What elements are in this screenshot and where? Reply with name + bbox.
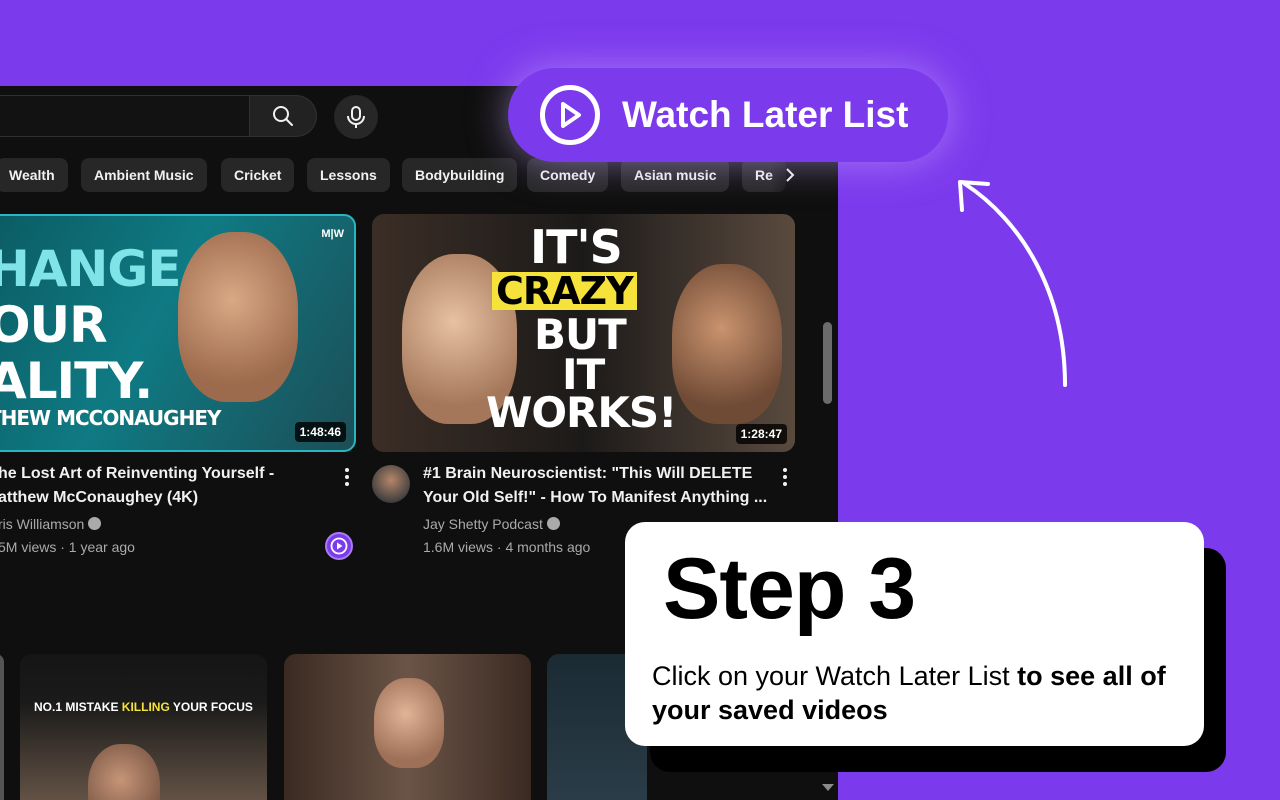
video-duration: 1:28:47 [735,424,787,444]
thumb-text-line: OUR [0,296,108,354]
verified-icon [88,517,102,530]
video-duration: 1:48:46 [294,422,346,442]
thumb-text-line: WORKS! [486,388,677,437]
chip-bodybuilding[interactable]: Bodybuilding [402,158,518,192]
video-thumbnail-4[interactable] [284,654,531,800]
search-button[interactable] [249,95,317,137]
verified-icon [546,517,560,530]
step-title: Step 3 [663,541,916,637]
search-icon [273,106,293,126]
channel-name-text[interactable]: Jay Shetty Podcast [423,516,543,532]
scrollbar-thumb[interactable] [823,322,832,404]
thumb-text-line: CRAZY [492,272,637,310]
filter-chips: Wealth Ambient Music Cricket Lessons Bod… [0,158,838,192]
chip-lessons[interactable]: Lessons [307,158,390,192]
channel-watermark: M|W [321,228,344,240]
video-thumbnail-2[interactable]: IT'S CRAZY BUT IT WORKS! 1:28:47 [372,214,795,452]
watch-later-mini-button[interactable] [325,532,353,560]
scroll-down-arrow[interactable] [822,784,834,791]
chevron-right-icon [786,168,795,182]
step-card: Step 3 Click on your Watch Later List to… [625,522,1204,746]
thumb-caption-post: YOUR FOCUS [169,700,253,714]
channel-avatar[interactable] [372,465,410,503]
watch-later-label: Watch Later List [622,94,909,135]
play-circle-icon [330,537,348,555]
video-title-2b[interactable]: Your Old Self!" - How To Manifest Anythi… [423,486,768,510]
thumb-caption-pre: NO.1 MISTAKE [34,700,122,714]
video-thumbnail-partial[interactable] [0,654,4,800]
chips-next-button[interactable] [773,158,807,192]
video-title-1[interactable]: he Lost Art of Reinventing Yourself - [0,462,318,486]
video-thumbnail-1[interactable]: HANGE OUR ALITY. THEW MCCONAUGHEY M|W 1:… [0,214,356,452]
voice-search-button[interactable] [334,95,378,139]
thumb-caption-highlight: KILLING [121,700,170,714]
chip-ambient-music[interactable]: Ambient Music [81,158,207,192]
chip-cricket[interactable]: Cricket [221,158,295,192]
play-icon [561,102,581,128]
chip-wealth[interactable]: Wealth [0,158,68,192]
thumb-person [88,744,160,800]
step-description: Click on your Watch Later List to see al… [652,659,1192,727]
watch-later-list-button[interactable]: Watch Later List [508,68,948,162]
chip-asian-music[interactable]: Asian music [621,158,730,192]
microphone-icon [347,106,365,128]
thumb-person [178,232,298,402]
video-title-2[interactable]: #1 Brain Neuroscientist: "This Will DELE… [423,462,768,486]
video-stats-2: 1.6M views · 4 months ago [423,539,591,555]
channel-name-2[interactable]: Jay Shetty Podcast [423,514,560,534]
thumb-caption: NO.1 MISTAKE KILLING YOUR FOCUS [34,700,253,714]
thumb-person [374,678,444,768]
chip-comedy[interactable]: Comedy [527,158,609,192]
thumb-text-line: ALITY. [0,352,153,410]
video-thumbnail-3[interactable]: NO.1 MISTAKE KILLING YOUR FOCUS [20,654,267,800]
more-options-button[interactable] [337,465,357,489]
channel-name-1[interactable]: ris Williamson [0,514,102,534]
search-input[interactable] [0,95,250,137]
channel-name-text[interactable]: ris Williamson [0,516,84,532]
play-circle-icon [540,85,600,145]
thumb-text-line: HANGE [0,240,182,298]
thumb-person [672,264,782,424]
thumb-text-line: IT'S [530,220,623,274]
video-stats-1: 5M views · 1 year ago [0,539,135,555]
video-title-1b[interactable]: atthew McConaughey (4K) [0,486,318,510]
pointer-arrow-icon [958,180,1067,387]
step-desc-normal: Click on your Watch Later List [652,661,1010,691]
thumb-text-line: THEW MCCONAUGHEY [0,406,221,430]
more-options-button[interactable] [775,465,795,489]
